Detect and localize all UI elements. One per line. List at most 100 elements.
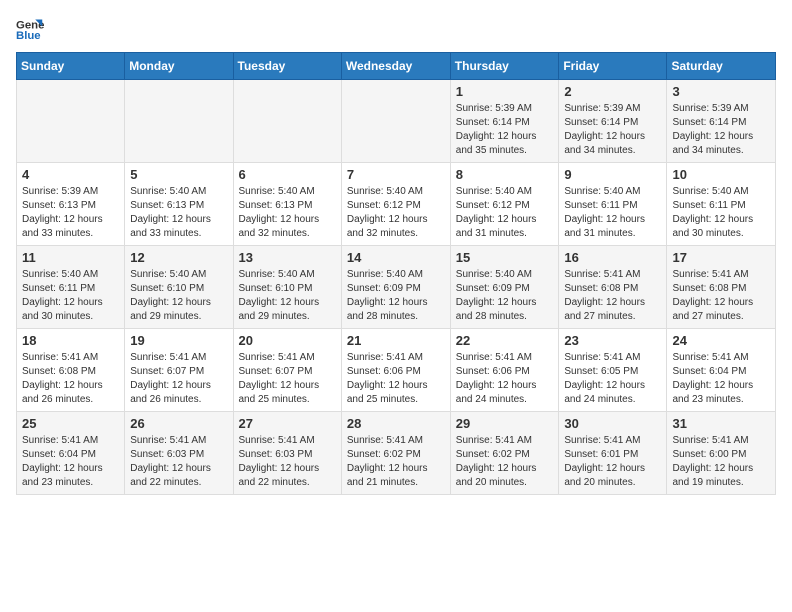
weekday-header-friday: Friday (559, 53, 667, 80)
calendar-week-row: 18Sunrise: 5:41 AM Sunset: 6:08 PM Dayli… (17, 329, 776, 412)
day-info: Sunrise: 5:41 AM Sunset: 6:08 PM Dayligh… (22, 351, 119, 407)
calendar-day-3: 3 Sunrise: 5:39 AM Sunset: 6:14 PM Daylig… (667, 80, 776, 163)
calendar-day-31: 31Sunrise: 5:41 AM Sunset: 6:00 PM Dayli… (667, 412, 776, 495)
empty-day (233, 80, 341, 163)
calendar-day-25: 25 Sunrise: 5:41 AM Sunset: 6:04 PM Dayli… (17, 412, 125, 495)
day-number: 29 (456, 416, 554, 431)
calendar-day-1: 1 Sunrise: 5:39 AM Sunset: 6:14 PM Daylig… (450, 80, 559, 163)
logo-icon: General Blue (16, 16, 44, 44)
day-number: 21 (347, 333, 445, 348)
day-info: Sunrise: 5:41 AM Sunset: 6:03 PM Dayligh… (239, 434, 336, 490)
calendar-day-12: 12 Sunrise: 5:40 AM Sunset: 6:10 PM Dayli… (125, 246, 233, 329)
calendar-day-30: 30Sunrise: 5:41 AM Sunset: 6:01 PM Dayli… (559, 412, 667, 495)
day-info: Sunrise: 5:40 AM Sunset: 6:10 PM Dayligh… (130, 268, 227, 324)
day-number: 13 (239, 250, 336, 265)
empty-day (17, 80, 125, 163)
calendar-day-14: 14 Sunrise: 5:40 AM Sunset: 6:09 PM Dayli… (341, 246, 450, 329)
day-info: Sunrise: 5:40 AM Sunset: 6:11 PM Dayligh… (672, 185, 770, 241)
day-number: 22 (456, 333, 554, 348)
day-number: 14 (347, 250, 445, 265)
day-number: 3 (672, 84, 770, 99)
day-number: 9 (564, 167, 661, 182)
day-number: 15 (456, 250, 554, 265)
calendar-day-15: 15 Sunrise: 5:40 AM Sunset: 6:09 PM Dayli… (450, 246, 559, 329)
day-number: 4 (22, 167, 119, 182)
day-info: Sunrise: 5:39 AM Sunset: 6:14 PM Dayligh… (672, 102, 770, 158)
day-number: 8 (456, 167, 554, 182)
weekday-header-row: SundayMondayTuesdayWednesdayThursdayFrid… (17, 53, 776, 80)
day-info: Sunrise: 5:41 AM Sunset: 6:06 PM Dayligh… (456, 351, 554, 407)
calendar-day-6: 6Sunrise: 5:40 AM Sunset: 6:13 PM Daylig… (233, 163, 341, 246)
calendar-week-row: 11 Sunrise: 5:40 AM Sunset: 6:11 PM Dayli… (17, 246, 776, 329)
calendar-day-2: 2 Sunrise: 5:39 AM Sunset: 6:14 PM Daylig… (559, 80, 667, 163)
weekday-header-saturday: Saturday (667, 53, 776, 80)
empty-day (341, 80, 450, 163)
day-info: Sunrise: 5:40 AM Sunset: 6:11 PM Dayligh… (564, 185, 661, 241)
day-info: Sunrise: 5:41 AM Sunset: 6:06 PM Dayligh… (347, 351, 445, 407)
day-info: Sunrise: 5:41 AM Sunset: 6:08 PM Dayligh… (672, 268, 770, 324)
calendar-day-21: 21 Sunrise: 5:41 AM Sunset: 6:06 PM Dayli… (341, 329, 450, 412)
day-number: 1 (456, 84, 554, 99)
calendar-day-23: 23 Sunrise: 5:41 AM Sunset: 6:05 PM Dayli… (559, 329, 667, 412)
calendar-day-18: 18Sunrise: 5:41 AM Sunset: 6:08 PM Dayli… (17, 329, 125, 412)
day-info: Sunrise: 5:40 AM Sunset: 6:09 PM Dayligh… (456, 268, 554, 324)
day-info: Sunrise: 5:40 AM Sunset: 6:13 PM Dayligh… (239, 185, 336, 241)
day-info: Sunrise: 5:41 AM Sunset: 6:02 PM Dayligh… (347, 434, 445, 490)
day-number: 24 (672, 333, 770, 348)
weekday-header-wednesday: Wednesday (341, 53, 450, 80)
calendar-day-26: 26Sunrise: 5:41 AM Sunset: 6:03 PM Dayli… (125, 412, 233, 495)
calendar-day-13: 13 Sunrise: 5:40 AM Sunset: 6:10 PM Dayli… (233, 246, 341, 329)
day-number: 2 (564, 84, 661, 99)
day-number: 19 (130, 333, 227, 348)
weekday-header-thursday: Thursday (450, 53, 559, 80)
calendar-day-10: 10 Sunrise: 5:40 AM Sunset: 6:11 PM Dayli… (667, 163, 776, 246)
day-number: 11 (22, 250, 119, 265)
day-info: Sunrise: 5:40 AM Sunset: 6:10 PM Dayligh… (239, 268, 336, 324)
calendar-day-11: 11 Sunrise: 5:40 AM Sunset: 6:11 PM Dayli… (17, 246, 125, 329)
weekday-header-tuesday: Tuesday (233, 53, 341, 80)
logo: General Blue (16, 16, 44, 44)
day-info: Sunrise: 5:41 AM Sunset: 6:04 PM Dayligh… (22, 434, 119, 490)
day-info: Sunrise: 5:40 AM Sunset: 6:13 PM Dayligh… (130, 185, 227, 241)
calendar-day-28: 28 Sunrise: 5:41 AM Sunset: 6:02 PM Dayli… (341, 412, 450, 495)
svg-text:Blue: Blue (16, 30, 41, 42)
day-info: Sunrise: 5:41 AM Sunset: 6:07 PM Dayligh… (130, 351, 227, 407)
weekday-header-sunday: Sunday (17, 53, 125, 80)
calendar-day-16: 16Sunrise: 5:41 AM Sunset: 6:08 PM Dayli… (559, 246, 667, 329)
day-info: Sunrise: 5:41 AM Sunset: 6:07 PM Dayligh… (239, 351, 336, 407)
calendar-day-5: 5 Sunrise: 5:40 AM Sunset: 6:13 PM Daylig… (125, 163, 233, 246)
day-number: 10 (672, 167, 770, 182)
day-number: 5 (130, 167, 227, 182)
day-number: 16 (564, 250, 661, 265)
calendar-day-19: 19 Sunrise: 5:41 AM Sunset: 6:07 PM Dayli… (125, 329, 233, 412)
day-info: Sunrise: 5:40 AM Sunset: 6:12 PM Dayligh… (456, 185, 554, 241)
day-number: 20 (239, 333, 336, 348)
calendar-day-20: 20 Sunrise: 5:41 AM Sunset: 6:07 PM Dayli… (233, 329, 341, 412)
day-info: Sunrise: 5:39 AM Sunset: 6:14 PM Dayligh… (456, 102, 554, 158)
day-number: 30 (564, 416, 661, 431)
day-number: 17 (672, 250, 770, 265)
day-info: Sunrise: 5:40 AM Sunset: 6:09 PM Dayligh… (347, 268, 445, 324)
calendar-day-22: 22 Sunrise: 5:41 AM Sunset: 6:06 PM Dayli… (450, 329, 559, 412)
calendar-week-row: 1 Sunrise: 5:39 AM Sunset: 6:14 PM Daylig… (17, 80, 776, 163)
page-header: General Blue (16, 16, 776, 44)
day-number: 27 (239, 416, 336, 431)
calendar-day-29: 29Sunrise: 5:41 AM Sunset: 6:02 PM Dayli… (450, 412, 559, 495)
calendar-week-row: 4 Sunrise: 5:39 AM Sunset: 6:13 PM Daylig… (17, 163, 776, 246)
day-number: 25 (22, 416, 119, 431)
day-info: Sunrise: 5:40 AM Sunset: 6:11 PM Dayligh… (22, 268, 119, 324)
day-info: Sunrise: 5:40 AM Sunset: 6:12 PM Dayligh… (347, 185, 445, 241)
day-number: 7 (347, 167, 445, 182)
day-number: 28 (347, 416, 445, 431)
day-number: 26 (130, 416, 227, 431)
calendar-day-4: 4 Sunrise: 5:39 AM Sunset: 6:13 PM Daylig… (17, 163, 125, 246)
day-number: 31 (672, 416, 770, 431)
day-number: 23 (564, 333, 661, 348)
weekday-header-monday: Monday (125, 53, 233, 80)
calendar-day-27: 27 Sunrise: 5:41 AM Sunset: 6:03 PM Dayli… (233, 412, 341, 495)
day-info: Sunrise: 5:41 AM Sunset: 6:05 PM Dayligh… (564, 351, 661, 407)
day-info: Sunrise: 5:39 AM Sunset: 6:13 PM Dayligh… (22, 185, 119, 241)
day-info: Sunrise: 5:39 AM Sunset: 6:14 PM Dayligh… (564, 102, 661, 158)
day-number: 12 (130, 250, 227, 265)
empty-day (125, 80, 233, 163)
